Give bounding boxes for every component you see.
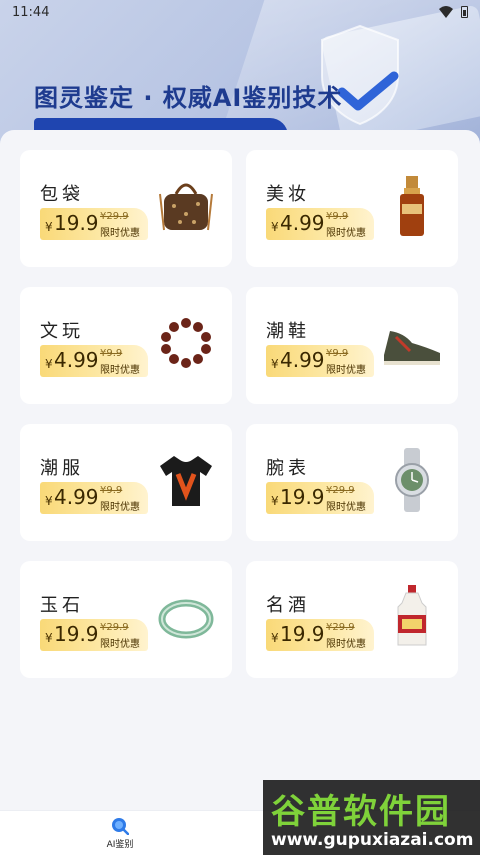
price-currency: ¥: [45, 631, 53, 645]
category-card[interactable]: 潮服 ¥4.99 ¥9.9 限时优惠: [20, 424, 232, 541]
original-price: ¥9.9: [100, 348, 123, 359]
watermark: 谷普软件园 www.gupuxiazai.com: [263, 780, 480, 855]
handbag-icon: [156, 174, 216, 238]
tab-label: AI鉴别: [106, 840, 134, 850]
price-value: 4.99: [54, 348, 99, 372]
price-value: 19.9: [54, 622, 99, 646]
original-price: ¥29.9: [100, 211, 129, 222]
category-title: 文玩: [40, 321, 84, 342]
price-tag: ¥4.99 ¥9.9 限时优惠: [266, 345, 374, 377]
banner-title: 图灵鉴定 · 权威AI鉴别技术: [34, 84, 343, 112]
price-value: 19.9: [280, 622, 325, 646]
battery-icon: [461, 6, 468, 18]
price-currency: ¥: [271, 494, 279, 508]
price-value: 4.99: [280, 211, 325, 235]
category-card[interactable]: 包袋 ¥19.9 ¥29.9 限时优惠: [20, 150, 232, 267]
sneaker-icon: [382, 311, 442, 375]
price-value: 4.99: [280, 348, 325, 372]
price-tag: ¥19.9 ¥29.9 限时优惠: [40, 208, 148, 240]
shield-check-icon: [321, 24, 399, 126]
watch-icon: [382, 448, 442, 512]
original-price: ¥9.9: [326, 211, 349, 222]
category-title: 腕表: [266, 458, 310, 479]
original-price: ¥29.9: [326, 622, 355, 633]
promo-label: 限时优惠: [326, 228, 366, 239]
category-card[interactable]: 玉石 ¥19.9 ¥29.9 限时优惠: [20, 561, 232, 678]
price-value: 4.99: [54, 485, 99, 509]
price-tag: ¥19.9 ¥29.9 限时优惠: [266, 482, 374, 514]
category-card[interactable]: 美妆 ¥4.99 ¥9.9 限时优惠: [246, 150, 458, 267]
price-tag: ¥19.9 ¥29.9 限时优惠: [40, 619, 148, 651]
price-currency: ¥: [271, 357, 279, 371]
category-title: 潮服: [40, 458, 84, 479]
watermark-title: 谷普软件园: [271, 792, 451, 832]
promo-label: 限时优惠: [100, 639, 140, 650]
bead-bracelet-icon: [156, 311, 216, 375]
promo-label: 限时优惠: [100, 228, 140, 239]
promo-label: 限时优惠: [326, 365, 366, 376]
price-tag: ¥4.99 ¥9.9 限时优惠: [266, 208, 374, 240]
original-price: ¥29.9: [100, 622, 129, 633]
search-icon: [112, 818, 129, 835]
watermark-url: www.gupuxiazai.com: [271, 830, 474, 850]
original-price: ¥9.9: [100, 485, 123, 496]
original-price: ¥9.9: [326, 348, 349, 359]
promo-label: 限时优惠: [326, 502, 366, 513]
status-time: 11:44: [12, 4, 50, 20]
price-tag: ¥4.99 ¥9.9 限时优惠: [40, 482, 148, 514]
category-title: 美妆: [266, 184, 310, 205]
promo-label: 限时优惠: [100, 365, 140, 376]
price-currency: ¥: [271, 631, 279, 645]
category-title: 名酒: [266, 595, 310, 616]
promo-label: 限时优惠: [100, 502, 140, 513]
category-card[interactable]: 腕表 ¥19.9 ¥29.9 限时优惠: [246, 424, 458, 541]
price-currency: ¥: [271, 220, 279, 234]
liquor-bottle-icon: [382, 585, 442, 649]
price-tag: ¥4.99 ¥9.9 限时优惠: [40, 345, 148, 377]
price-currency: ¥: [45, 357, 53, 371]
category-title: 玉石: [40, 595, 84, 616]
promo-label: 限时优惠: [326, 639, 366, 650]
category-card[interactable]: 名酒 ¥19.9 ¥29.9 限时优惠: [246, 561, 458, 678]
category-title: 包袋: [40, 184, 84, 205]
tab-ai-identify[interactable]: AI鉴别: [100, 817, 140, 850]
price-value: 19.9: [54, 211, 99, 235]
status-bar: 11:44: [0, 0, 480, 24]
price-value: 19.9: [280, 485, 325, 509]
price-currency: ¥: [45, 220, 53, 234]
price-tag: ¥19.9 ¥29.9 限时优惠: [266, 619, 374, 651]
tshirt-icon: [156, 448, 216, 512]
original-price: ¥29.9: [326, 485, 355, 496]
price-currency: ¥: [45, 494, 53, 508]
category-card[interactable]: 文玩 ¥4.99 ¥9.9 限时优惠: [20, 287, 232, 404]
wifi-icon: [439, 6, 453, 18]
category-title: 潮鞋: [266, 321, 310, 342]
category-card[interactable]: 潮鞋 ¥4.99 ¥9.9 限时优惠: [246, 287, 458, 404]
jade-bangle-icon: [156, 585, 216, 649]
serum-bottle-icon: [382, 174, 442, 238]
